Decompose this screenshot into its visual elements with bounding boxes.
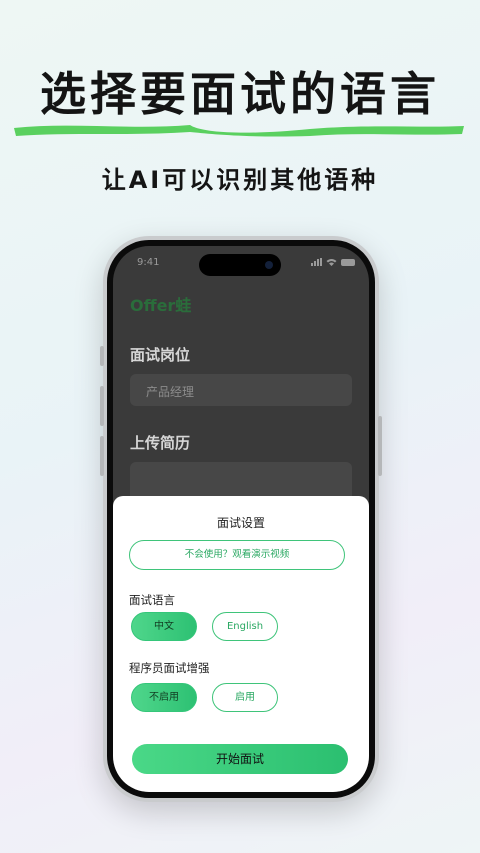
camera-icon [265,261,273,269]
status-bar: 9:41 [113,246,369,280]
subheadline: 让AI可以识别其他语种 [101,166,379,194]
language-label: 面试语言 [129,593,175,607]
headline: 选择要面试的语言 [40,67,440,121]
position-input[interactable]: 产品经理 [130,374,352,406]
app-logo: Offer蛙 [130,296,192,315]
language-option-english[interactable]: English [212,612,278,641]
phone-power-button [378,416,382,476]
phone-volume-up [100,386,104,426]
resume-label: 上传简历 [130,434,191,452]
status-icons [311,258,355,266]
phone-mockup: 9:41 Offer蛙 面试岗位 产品经理 上传简历 面试设置 不会使用？观看演… [100,236,382,802]
position-label: 面试岗位 [130,346,191,364]
headline-block: 选择要面试的语言 [0,58,480,138]
start-interview-button[interactable]: 开始面试 [132,744,348,774]
language-option-chinese[interactable]: 中文 [131,612,197,641]
signal-icon [311,258,322,266]
phone-volume-down [100,436,104,476]
programmer-option-enable[interactable]: 启用 [212,683,278,712]
phone-side-button [100,346,104,366]
wifi-icon [326,259,337,266]
phone-screen: 9:41 Offer蛙 面试岗位 产品经理 上传简历 面试设置 不会使用？观看演… [113,246,369,792]
programmer-option-disable[interactable]: 不启用 [131,683,197,712]
interview-settings-sheet: 面试设置 不会使用？观看演示视频 面试语言 中文 English 程序员面试增强… [113,496,369,792]
dynamic-island [199,254,281,276]
programmer-label: 程序员面试增强 [129,661,210,675]
sheet-title: 面试设置 [216,516,265,530]
status-time: 9:41 [137,257,160,268]
demo-video-button[interactable]: 不会使用？观看演示视频 [129,540,345,570]
battery-icon [341,258,355,266]
